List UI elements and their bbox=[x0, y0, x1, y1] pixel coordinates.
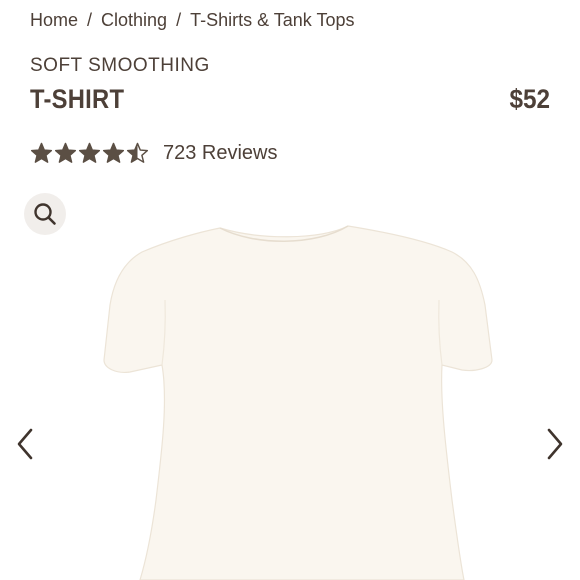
product-collection: SOFT SMOOTHING bbox=[30, 55, 210, 76]
breadcrumb-tshirts-tank-tops[interactable]: T-Shirts & Tank Tops bbox=[190, 10, 354, 30]
tshirt-shape bbox=[103, 225, 493, 580]
chevron-right-icon bbox=[547, 428, 563, 460]
star-rating bbox=[30, 142, 149, 164]
product-price: $52 bbox=[509, 84, 550, 114]
product-title: T-SHIRT bbox=[30, 84, 125, 114]
breadcrumb-home[interactable]: Home bbox=[30, 10, 78, 30]
breadcrumb: Home / Clothing / T-Shirts & Tank Tops bbox=[30, 10, 355, 31]
reviews-count[interactable]: 723 Reviews bbox=[163, 142, 278, 165]
breadcrumb-clothing[interactable]: Clothing bbox=[101, 10, 167, 30]
star-icon bbox=[102, 142, 125, 163]
breadcrumb-separator: / bbox=[87, 10, 93, 30]
star-icon bbox=[126, 142, 149, 163]
next-image-button[interactable] bbox=[540, 424, 570, 464]
breadcrumb-separator: / bbox=[176, 10, 182, 30]
prev-image-button[interactable] bbox=[10, 424, 40, 464]
rating-row[interactable]: 723 Reviews bbox=[30, 140, 278, 166]
product-image bbox=[103, 225, 493, 580]
star-icon bbox=[78, 142, 101, 163]
chevron-left-icon bbox=[17, 428, 33, 460]
star-icon bbox=[30, 142, 53, 163]
star-icon bbox=[54, 142, 77, 163]
zoom-button[interactable] bbox=[24, 193, 66, 235]
search-icon bbox=[34, 203, 56, 225]
